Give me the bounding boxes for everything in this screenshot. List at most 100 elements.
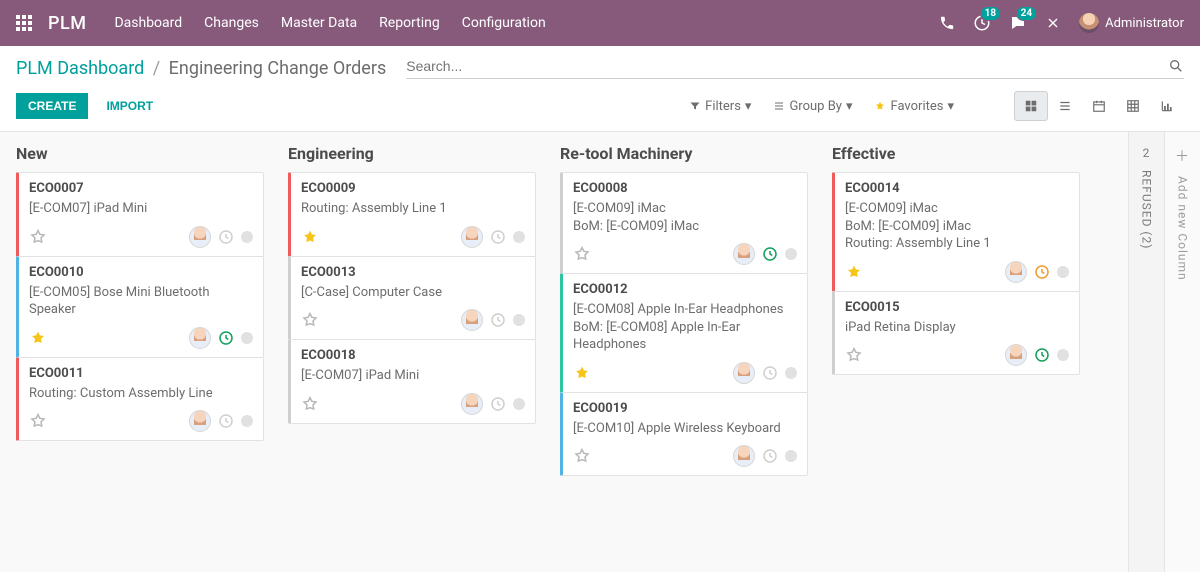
create-button[interactable]: CREATE [16,93,88,119]
menu-reporting[interactable]: Reporting [379,15,440,31]
card-code: ECO0010 [29,265,253,280]
menu-master-data[interactable]: Master Data [281,15,357,31]
filters-dropdown[interactable]: Filters ▾ [689,99,751,114]
menu-changes[interactable]: Changes [204,15,259,31]
star-toggle[interactable] [573,245,591,263]
kanban-column[interactable]: NewECO0007[E-COM07] iPad MiniECO0010[E-C… [0,132,272,572]
menu-configuration[interactable]: Configuration [462,15,546,31]
assignee-avatar-icon[interactable] [461,226,483,248]
star-toggle[interactable] [845,263,863,281]
clock-icon[interactable] [217,412,235,430]
card-line: [E-COM07] iPad Mini [29,200,253,218]
star-toggle[interactable] [301,228,319,246]
breadcrumb-sep: / [153,58,160,79]
star-toggle[interactable] [301,395,319,413]
menu-dashboard[interactable]: Dashboard [114,15,182,31]
folded-column-refused[interactable]: 2 REFUSED (2) [1128,132,1164,572]
activities-badge: 18 [980,6,1001,21]
kanban-card[interactable]: ECO0013 [C-Case] Computer Case [288,256,536,341]
assignee-avatar-icon[interactable] [461,393,483,415]
kanban-card[interactable]: ECO0010[E-COM05] Bose Mini Bluetooth Spe… [16,256,264,358]
assignee-avatar-icon[interactable] [189,226,211,248]
clock-icon[interactable] [489,228,507,246]
assignee-avatar-icon[interactable] [189,327,211,349]
card-code: ECO0011 [29,366,253,381]
card-line: [E-COM09] iMac [573,200,797,218]
clock-icon[interactable] [489,395,507,413]
assignee-avatar-icon[interactable] [733,243,755,265]
kanban-board[interactable]: NewECO0007[E-COM07] iPad MiniECO0010[E-C… [0,132,1128,572]
clock-icon[interactable] [1033,346,1051,364]
kanban-state-dot[interactable] [513,314,525,326]
kanban-card[interactable]: ECO0011Routing: Custom Assembly Line [16,357,264,442]
kanban-view-button[interactable] [1014,91,1048,121]
star-toggle[interactable] [29,329,47,347]
assignee-avatar-icon[interactable] [733,362,755,384]
search-icon[interactable] [1168,58,1184,74]
kanban-column[interactable]: Re-tool MachineryECO0008[E-COM09] iMacBo… [544,132,816,572]
kanban-card[interactable]: ECO0007[E-COM07] iPad Mini [16,172,264,257]
search-input[interactable] [406,58,1168,74]
card-line: [C-Case] Computer Case [301,284,525,302]
kanban-card[interactable]: ECO0018[E-COM07] iPad Mini [288,339,536,424]
assignee-avatar-icon[interactable] [733,445,755,467]
kanban-card[interactable]: ECO0008[E-COM09] iMacBoM: [E-COM09] iMac [560,172,808,274]
kanban-state-dot[interactable] [513,398,525,410]
discuss-icon[interactable]: 24 [1009,14,1027,32]
star-toggle[interactable] [301,311,319,329]
import-button[interactable]: IMPORT [98,93,161,119]
star-toggle[interactable] [845,346,863,364]
user-name: Administrator [1105,16,1184,31]
kanban-state-dot[interactable] [1057,266,1069,278]
graph-view-button[interactable] [1150,91,1184,121]
kanban-column[interactable]: EffectiveECO0014[E-COM09] iMacBoM: [E-CO… [816,132,1088,572]
kanban-state-dot[interactable] [241,415,253,427]
clock-icon[interactable] [489,311,507,329]
list-view-button[interactable] [1048,91,1082,121]
clock-icon[interactable] [217,228,235,246]
favorites-dropdown[interactable]: Favorites ▾ [874,99,954,114]
assignee-avatar-icon[interactable] [189,410,211,432]
card-footer [845,259,1069,285]
control-panel: CREATE IMPORT Filters ▾ Group By ▾ Favor… [0,85,1200,132]
kanban-state-dot[interactable] [785,367,797,379]
star-toggle[interactable] [29,412,47,430]
clock-icon[interactable] [217,329,235,347]
kanban-card[interactable]: ECO0012[E-COM08] Apple In-Ear Headphones… [560,273,808,393]
clock-icon[interactable] [761,364,779,382]
star-toggle[interactable] [573,364,591,382]
assignee-avatar-icon[interactable] [461,309,483,331]
clock-icon[interactable] [761,447,779,465]
kanban-state-dot[interactable] [785,248,797,260]
debug-icon[interactable] [1045,15,1061,31]
kanban-card[interactable]: ECO0009Routing: Assembly Line 1 [288,172,536,257]
kanban-state-dot[interactable] [241,332,253,344]
pivot-view-button[interactable] [1116,91,1150,121]
kanban-state-dot[interactable] [785,450,797,462]
star-toggle[interactable] [29,228,47,246]
kanban-card[interactable]: ECO0019[E-COM10] Apple Wireless Keyboard [560,392,808,477]
kanban-card[interactable]: ECO0014[E-COM09] iMacBoM: [E-COM09] iMac… [832,172,1080,292]
clock-icon[interactable] [1033,263,1051,281]
star-toggle[interactable] [573,447,591,465]
voip-icon[interactable] [939,15,955,31]
top-nav: PLM Dashboard Changes Master Data Report… [0,0,1200,46]
activities-icon[interactable]: 18 [973,14,991,32]
kanban-state-dot[interactable] [1057,349,1069,361]
kanban-column[interactable]: EngineeringECO0009Routing: Assembly Line… [272,132,544,572]
groupby-dropdown[interactable]: Group By ▾ [773,99,852,114]
apps-icon[interactable] [16,15,32,31]
card-code: ECO0013 [301,265,525,280]
assignee-avatar-icon[interactable] [1005,261,1027,283]
add-column-rail[interactable]: ＋ Add new Column [1164,132,1200,572]
card-footer [301,307,525,333]
calendar-view-button[interactable] [1082,91,1116,121]
kanban-wrap: NewECO0007[E-COM07] iPad MiniECO0010[E-C… [0,132,1200,572]
kanban-state-dot[interactable] [513,231,525,243]
user-menu[interactable]: Administrator [1079,13,1184,33]
assignee-avatar-icon[interactable] [1005,344,1027,366]
breadcrumb-root[interactable]: PLM Dashboard [16,58,144,79]
kanban-card[interactable]: ECO0015iPad Retina Display [832,291,1080,376]
clock-icon[interactable] [761,245,779,263]
kanban-state-dot[interactable] [241,231,253,243]
